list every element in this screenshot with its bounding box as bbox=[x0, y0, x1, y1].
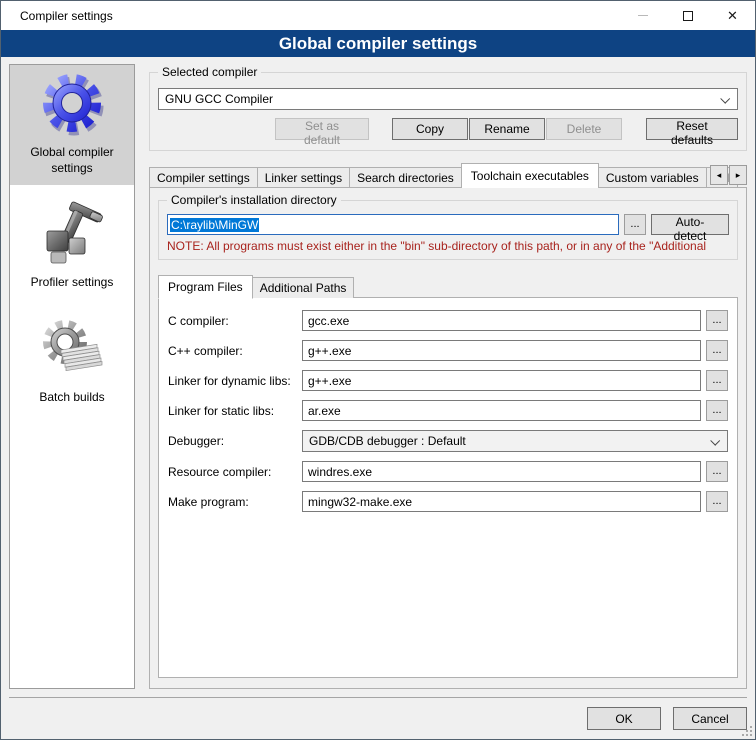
field-label: Linker for static libs: bbox=[168, 404, 302, 418]
field-row-linker-dynamic: Linker for dynamic libs: ... bbox=[168, 370, 728, 391]
close-icon: ✕ bbox=[727, 9, 738, 22]
field-row-debugger: Debugger: GDB/CDB debugger : Default bbox=[168, 430, 728, 452]
sidebar-item-batch-builds[interactable]: Batch builds bbox=[10, 310, 134, 415]
tab-scroll-right-button[interactable]: ▸ bbox=[729, 165, 747, 185]
linker-dynamic-input[interactable] bbox=[302, 370, 701, 391]
field-row-c-compiler: C compiler: ... bbox=[168, 310, 728, 331]
maximize-icon bbox=[683, 11, 693, 21]
compiler-select[interactable]: GNU GCC Compiler bbox=[158, 88, 738, 110]
sidebar-item-label: Profiler settings bbox=[31, 275, 114, 291]
browse-cpp-compiler-button[interactable]: ... bbox=[706, 340, 728, 361]
arrow-left-icon: ◂ bbox=[717, 170, 722, 181]
tab-toolchain-executables[interactable]: Toolchain executables bbox=[461, 163, 599, 188]
compiler-settings-dialog: Compiler settings ✕ Global compiler sett… bbox=[0, 0, 756, 740]
field-label: C compiler: bbox=[168, 314, 302, 328]
program-files-page: C compiler: ... C++ compiler: ... Linker… bbox=[158, 297, 738, 678]
ok-button[interactable]: OK bbox=[587, 707, 661, 730]
cpp-compiler-input[interactable] bbox=[302, 340, 701, 361]
maximize-button[interactable] bbox=[665, 1, 710, 30]
compiler-buttons: Set as default Copy Rename Delete Reset … bbox=[158, 118, 738, 140]
close-button[interactable]: ✕ bbox=[710, 1, 755, 30]
selected-text: C:\raylib\MinGW bbox=[170, 218, 259, 232]
cancel-button[interactable]: Cancel bbox=[673, 707, 747, 730]
minimize-icon bbox=[638, 15, 648, 16]
window-title: Compiler settings bbox=[20, 9, 113, 23]
window-controls: ✕ bbox=[620, 1, 755, 30]
rename-button[interactable]: Rename bbox=[469, 118, 545, 140]
sidebar-item-profiler-settings[interactable]: Profiler settings bbox=[10, 195, 134, 300]
resize-grip[interactable] bbox=[742, 726, 752, 736]
tab-compiler-settings[interactable]: Compiler settings bbox=[149, 167, 258, 188]
settings-tabstrip: Compiler settings Linker settings Search… bbox=[149, 163, 747, 188]
field-label: Make program: bbox=[168, 495, 302, 509]
debugger-select[interactable]: GDB/CDB debugger : Default bbox=[302, 430, 728, 452]
copy-button[interactable]: Copy bbox=[392, 118, 468, 140]
sidebar-item-global-compiler-settings[interactable]: Global compiler settings bbox=[10, 65, 134, 185]
tab-program-files[interactable]: Program Files bbox=[158, 275, 253, 299]
tab-search-directories[interactable]: Search directories bbox=[349, 167, 462, 188]
dialog-header: Global compiler settings bbox=[1, 30, 755, 57]
field-label: Resource compiler: bbox=[168, 465, 302, 479]
caliper-tool-icon bbox=[38, 200, 106, 272]
chevron-down-icon bbox=[710, 436, 720, 446]
auto-detect-button[interactable]: Auto-detect bbox=[651, 214, 729, 235]
category-list: Global compiler settings bbox=[9, 64, 135, 689]
browse-linker-static-button[interactable]: ... bbox=[706, 400, 728, 421]
field-row-resource-compiler: Resource compiler: ... bbox=[168, 461, 728, 482]
tab-additional-paths[interactable]: Additional Paths bbox=[252, 277, 355, 298]
group-label: Compiler's installation directory bbox=[167, 193, 341, 207]
set-as-default-button[interactable]: Set as default bbox=[275, 118, 369, 140]
dialog-body: Global compiler settings bbox=[1, 57, 755, 697]
dialog-header-title: Global compiler settings bbox=[279, 34, 477, 54]
sidebar-item-label: Global compiler settings bbox=[14, 145, 130, 176]
main-panel: Selected compiler GNU GCC Compiler Set a… bbox=[149, 64, 747, 689]
minimize-button[interactable] bbox=[620, 1, 665, 30]
arrow-right-icon: ▸ bbox=[736, 170, 741, 181]
field-row-cpp-compiler: C++ compiler: ... bbox=[168, 340, 728, 361]
reset-defaults-button[interactable]: Reset defaults bbox=[646, 118, 738, 140]
browse-make-program-button[interactable]: ... bbox=[706, 491, 728, 512]
program-files-tabstrip: Program Files Additional Paths bbox=[158, 274, 738, 298]
c-compiler-input[interactable] bbox=[302, 310, 701, 331]
gear-stack-icon bbox=[38, 315, 106, 387]
linker-static-input[interactable] bbox=[302, 400, 701, 421]
installation-directory-input[interactable]: C:\raylib\MinGW bbox=[167, 214, 619, 235]
browse-resource-compiler-button[interactable]: ... bbox=[706, 461, 728, 482]
browse-directory-button[interactable]: ... bbox=[624, 214, 646, 235]
delete-button[interactable]: Delete bbox=[546, 118, 622, 140]
browse-linker-dynamic-button[interactable]: ... bbox=[706, 370, 728, 391]
chevron-down-icon bbox=[720, 94, 730, 104]
installation-directory-row: C:\raylib\MinGW ... Auto-detect bbox=[167, 214, 729, 235]
field-label: Linker for dynamic libs: bbox=[168, 374, 302, 388]
toolchain-executables-page: Compiler's installation directory C:\ray… bbox=[149, 187, 747, 689]
field-label: Debugger: bbox=[168, 434, 302, 448]
field-row-linker-static: Linker for static libs: ... bbox=[168, 400, 728, 421]
installation-directory-group: Compiler's installation directory C:\ray… bbox=[158, 200, 738, 260]
field-label: C++ compiler: bbox=[168, 344, 302, 358]
selected-compiler-group: Selected compiler GNU GCC Compiler Set a… bbox=[149, 72, 747, 151]
make-program-input[interactable] bbox=[302, 491, 701, 512]
title-bar: Compiler settings ✕ bbox=[1, 1, 755, 30]
tab-custom-variables[interactable]: Custom variables bbox=[598, 167, 707, 188]
browse-c-compiler-button[interactable]: ... bbox=[706, 310, 728, 331]
tab-linker-settings[interactable]: Linker settings bbox=[257, 167, 350, 188]
note-text: NOTE: All programs must exist either in … bbox=[167, 239, 729, 253]
resource-compiler-input[interactable] bbox=[302, 461, 701, 482]
debugger-select-value: GDB/CDB debugger : Default bbox=[309, 434, 466, 448]
tab-scroll-left-button[interactable]: ◂ bbox=[710, 165, 728, 185]
dialog-footer: OK Cancel bbox=[9, 697, 747, 739]
field-row-make-program: Make program: ... bbox=[168, 491, 728, 512]
group-label: Selected compiler bbox=[158, 65, 261, 79]
sidebar-item-label: Batch builds bbox=[39, 390, 104, 406]
compiler-select-value: GNU GCC Compiler bbox=[165, 92, 273, 106]
tab-scroll-buttons: ◂ ▸ bbox=[710, 165, 747, 185]
gear-blue-icon bbox=[38, 70, 106, 142]
